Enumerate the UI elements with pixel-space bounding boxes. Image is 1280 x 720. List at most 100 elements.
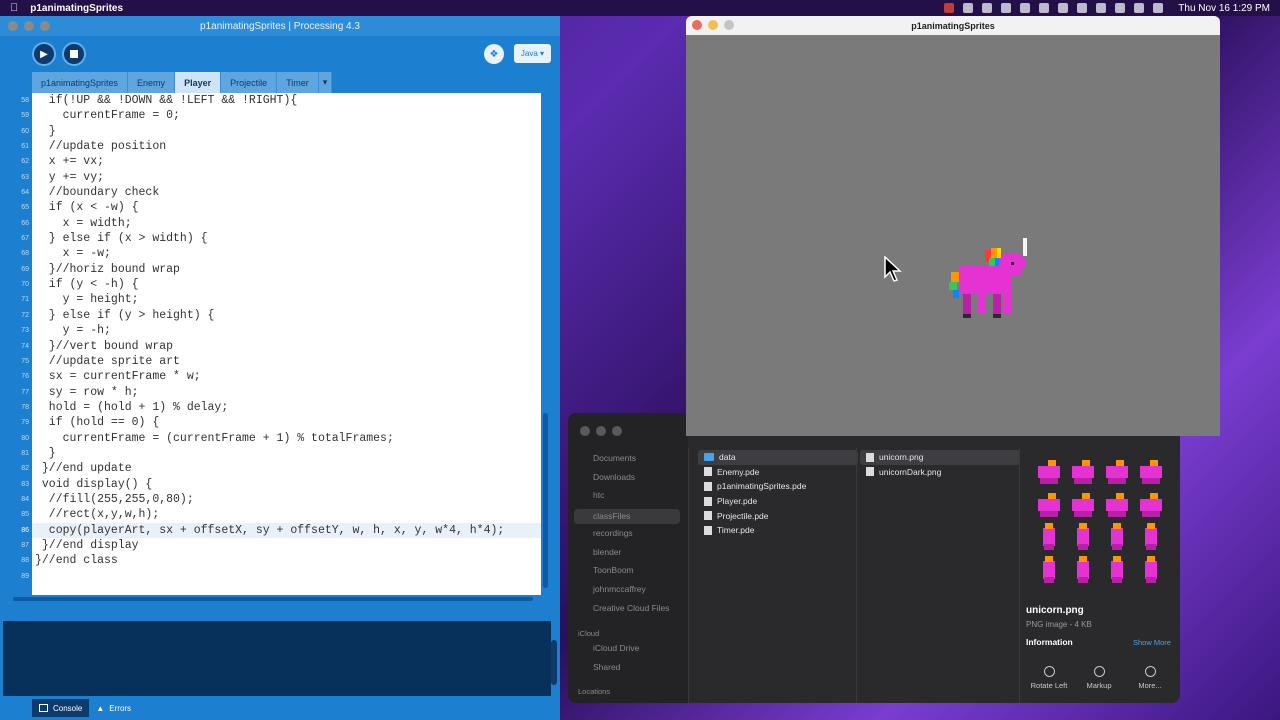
tab-timer[interactable]: Timer	[277, 72, 319, 93]
stop-button[interactable]	[62, 42, 86, 66]
code-line[interactable]: 77 sy = row * h;	[21, 385, 541, 400]
console-panel[interactable]	[3, 621, 551, 696]
code-text[interactable]: //update sprite art	[32, 355, 180, 368]
code-text[interactable]: //fill(255,255,0,80);	[32, 493, 194, 506]
close-button[interactable]	[580, 426, 590, 436]
search-icon[interactable]	[1115, 3, 1126, 13]
sidebar-item[interactable]: htc	[580, 490, 604, 500]
file-item[interactable]: Timer.pde	[698, 523, 858, 538]
tab-p1animatingsprites[interactable]: p1animatingSprites	[32, 72, 129, 93]
code-text[interactable]: if (y < -h) {	[32, 278, 139, 291]
code-line[interactable]: 78 hold = (hold + 1) % delay;	[21, 400, 541, 415]
mode-selector[interactable]: Java ▾	[514, 44, 551, 63]
sidebar-item[interactable]: ToonBoom	[580, 565, 634, 575]
code-line[interactable]: 64 //boundary check	[21, 185, 541, 200]
code-line[interactable]: 74 }//vert bound wrap	[21, 339, 541, 354]
code-text[interactable]: }	[32, 125, 56, 138]
code-text[interactable]	[32, 570, 35, 583]
battery-icon[interactable]	[1001, 3, 1012, 13]
column-divider[interactable]	[688, 448, 689, 703]
code-text[interactable]: }//end class	[32, 554, 118, 567]
tab-enemy[interactable]: Enemy	[128, 72, 176, 93]
markup-button[interactable]: Markup	[1074, 666, 1124, 690]
siri-icon[interactable]	[1153, 3, 1164, 13]
wifi-icon[interactable]	[1096, 3, 1107, 13]
code-text[interactable]: currentFrame = 0;	[32, 109, 180, 122]
code-line[interactable]: 73 y = -h;	[21, 323, 541, 338]
code-line[interactable]: 81 }	[21, 446, 541, 461]
file-item[interactable]: Projectile.pde	[698, 508, 858, 523]
code-line[interactable]: 75 //update sprite art	[21, 354, 541, 369]
code-text[interactable]: y = -h;	[32, 324, 111, 337]
code-text[interactable]: } else if (y > height) {	[32, 309, 215, 322]
code-area[interactable]: 58 if(!UP && !DOWN && !LEFT && !RIGHT){5…	[21, 93, 541, 584]
menubar-clock[interactable]: Thu Nov 16 1:29 PM	[1178, 3, 1270, 14]
code-text[interactable]: }//end update	[32, 462, 132, 475]
sidebar-item[interactable]: johnmccaffrey	[580, 584, 646, 594]
control-center-icon[interactable]	[1134, 3, 1145, 13]
run-button[interactable]: ▶	[32, 42, 56, 66]
code-text[interactable]: if(!UP && !DOWN && !LEFT && !RIGHT){	[32, 94, 297, 107]
code-line[interactable]: 61 //update position	[21, 139, 541, 154]
file-item[interactable]: data	[698, 450, 858, 465]
file-item[interactable]: unicorn.png	[860, 450, 1020, 465]
code-text[interactable]: x = -w;	[32, 247, 111, 260]
file-item[interactable]: p1animatingSprites.pde	[698, 479, 858, 494]
code-line[interactable]: 85 //rect(x,y,w,h);	[21, 507, 541, 522]
sidebar-item[interactable]: iCloud Drive	[580, 643, 639, 653]
menubar-app-name[interactable]: p1animatingSprites	[30, 3, 123, 14]
file-item[interactable]: Player.pde	[698, 494, 858, 509]
code-line[interactable]: 72 } else if (y > height) {	[21, 308, 541, 323]
sidebar-item[interactable]: blender	[580, 547, 621, 557]
code-text[interactable]: copy(playerArt, sx + offsetX, sy + offse…	[32, 524, 504, 537]
code-line[interactable]: 65 if (x < -w) {	[21, 200, 541, 215]
volume-icon[interactable]	[1058, 3, 1069, 13]
code-text[interactable]: if (hold == 0) {	[32, 416, 159, 429]
recording-icon[interactable]	[944, 3, 955, 13]
minimize-button[interactable]	[708, 20, 718, 30]
code-line[interactable]: 69 }//horiz bound wrap	[21, 262, 541, 277]
scroll-thumb[interactable]	[13, 597, 533, 601]
tab-player[interactable]: Player	[175, 72, 222, 93]
code-line[interactable]: 62 x += vx;	[21, 154, 541, 169]
code-line[interactable]: 68 x = -w;	[21, 246, 541, 261]
user-icon[interactable]	[1020, 3, 1031, 13]
code-line[interactable]: 58 if(!UP && !DOWN && !LEFT && !RIGHT){	[21, 93, 541, 108]
debug-button[interactable]: ❖	[484, 44, 504, 64]
column-divider[interactable]	[1019, 448, 1020, 703]
show-more-link[interactable]: Show More	[1133, 638, 1171, 647]
sidebar-item[interactable]: Documents	[580, 453, 636, 463]
display-icon[interactable]	[982, 3, 993, 13]
sidebar-item[interactable]: recordings	[580, 528, 633, 538]
code-line[interactable]: 63 y += vy;	[21, 170, 541, 185]
apple-icon[interactable]: 	[10, 2, 18, 14]
code-text[interactable]: }//end display	[32, 539, 139, 552]
sidebar-item[interactable]: Downloads	[580, 472, 635, 482]
code-line[interactable]: 71 y = height;	[21, 292, 541, 307]
code-text[interactable]: x += vx;	[32, 155, 104, 168]
code-text[interactable]: } else if (x > width) {	[32, 232, 208, 245]
more-button[interactable]: More...	[1125, 666, 1175, 690]
sidebar-item[interactable]: Shared	[580, 662, 620, 672]
minimize-button[interactable]	[24, 21, 34, 31]
tab-projectile[interactable]: Projectile	[221, 72, 278, 93]
code-text[interactable]: y += vy;	[32, 171, 104, 184]
play-icon[interactable]	[1077, 3, 1088, 13]
code-line[interactable]: 59 currentFrame = 0;	[21, 108, 541, 123]
close-button[interactable]	[692, 20, 702, 30]
code-line[interactable]: 60 }	[21, 124, 541, 139]
code-line[interactable]: 83 void display() {	[21, 477, 541, 492]
code-text[interactable]: x = width;	[32, 217, 132, 230]
code-line[interactable]: 70 if (y < -h) {	[21, 277, 541, 292]
rotate-left-button[interactable]: Rotate Left	[1024, 666, 1074, 690]
code-editor[interactable]: 58 if(!UP && !DOWN && !LEFT && !RIGHT){5…	[3, 93, 541, 595]
code-text[interactable]: //rect(x,y,w,h);	[32, 508, 159, 521]
code-text[interactable]: if (x < -w) {	[32, 201, 139, 214]
tabs-menu-button[interactable]: ▾	[318, 72, 333, 93]
errors-tab[interactable]: ▲ Errors	[89, 699, 138, 717]
code-text[interactable]: //boundary check	[32, 186, 159, 199]
editor-vertical-scrollbar[interactable]	[541, 93, 550, 595]
code-text[interactable]: }//horiz bound wrap	[32, 263, 180, 276]
code-text[interactable]: currentFrame = (currentFrame + 1) % tota…	[32, 432, 394, 445]
code-line[interactable]: 79 if (hold == 0) {	[21, 415, 541, 430]
